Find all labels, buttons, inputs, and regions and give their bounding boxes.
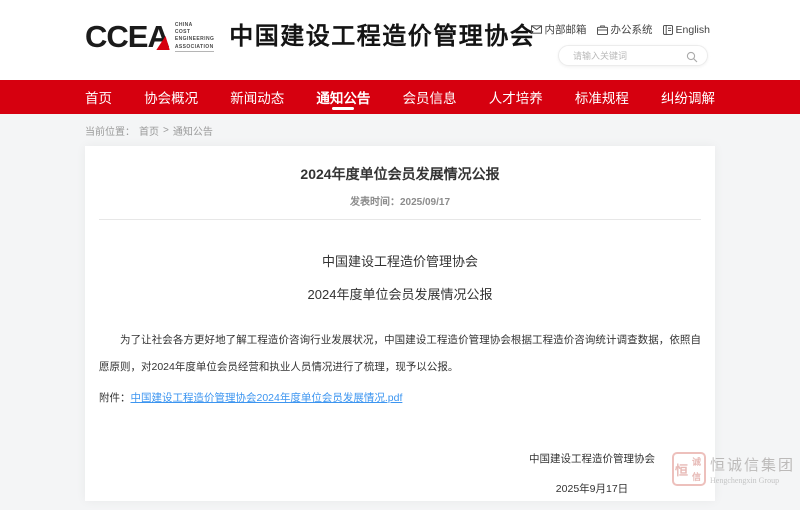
- title-divider: [99, 219, 701, 220]
- signature-block: 中国建设工程造价管理协会 2025年9月17日: [99, 451, 701, 496]
- quick-link-label: 办公系统: [611, 22, 653, 37]
- attachment-row: 附件：中国建设工程造价管理协会2024年度单位会员发展情况.pdf: [99, 390, 701, 405]
- main-nav: 首页 协会概况 新闻动态 通知公告 会员信息 人才培养 标准规程 纠纷调解: [0, 80, 800, 114]
- search-box: [558, 45, 708, 66]
- quick-links: 内部邮箱 办公系统 English: [558, 22, 710, 37]
- search-icon[interactable]: [686, 50, 698, 68]
- article-publish-date: 发表时间：2025/09/17: [99, 193, 701, 208]
- attachment-pdf-link[interactable]: 中国建设工程造价管理协会2024年度单位会员发展情况.pdf: [131, 392, 403, 404]
- link-english[interactable]: English: [663, 24, 710, 36]
- document-title-heading: 2024年度单位会员发展情况公报: [99, 284, 701, 303]
- site-title: 中国建设工程造价管理协会: [229, 20, 535, 54]
- site-logo[interactable]: CCEA CHINA COST ENGINEERING ASSOCIATION …: [85, 20, 535, 54]
- site-header: CCEA CHINA COST ENGINEERING ASSOCIATION …: [0, 0, 800, 80]
- search-input[interactable]: [571, 47, 683, 66]
- quick-link-label: English: [676, 24, 710, 36]
- article-body-paragraph: 为了让社会各方更好地了解工程造价咨询行业发展状况，中国建设工程造价管理协会根据工…: [99, 327, 701, 381]
- signature-org: 中国建设工程造价管理协会: [529, 451, 655, 466]
- article-title: 2024年度单位会员发展情况公报: [99, 146, 701, 184]
- attachment-label: 附件：: [99, 392, 131, 404]
- language-icon: [663, 25, 673, 35]
- mail-icon: [531, 25, 542, 34]
- watermark-en-text: Hengchengxin Group: [710, 476, 795, 485]
- article-card: 2024年度单位会员发展情况公报 发表时间：2025/09/17 中国建设工程造…: [85, 146, 715, 501]
- nav-item-notices[interactable]: 通知公告: [316, 80, 370, 114]
- link-internal-mailbox[interactable]: 内部邮箱: [531, 22, 587, 37]
- breadcrumb-home-link[interactable]: 首页: [139, 123, 159, 138]
- logo-acronym: CCEA: [85, 21, 169, 52]
- nav-item-news[interactable]: 新闻动态: [230, 80, 284, 114]
- office-icon: [597, 25, 608, 35]
- nav-item-about[interactable]: 协会概况: [144, 80, 198, 114]
- nav-item-members[interactable]: 会员信息: [403, 80, 457, 114]
- breadcrumb-current[interactable]: 通知公告: [173, 123, 213, 138]
- logo-subtext: CHINA COST ENGINEERING ASSOCIATION: [175, 22, 214, 52]
- nav-item-home[interactable]: 首页: [85, 80, 112, 114]
- document-org-heading: 中国建设工程造价管理协会: [99, 251, 701, 270]
- signature-date: 2025年9月17日: [529, 481, 655, 496]
- breadcrumb-label: 当前位置：: [85, 123, 135, 138]
- watermark-cn-text: 恒诚信集团: [710, 454, 795, 475]
- header-utilities: 内部邮箱 办公系统 English: [558, 22, 710, 66]
- nav-item-mediation[interactable]: 纠纷调解: [661, 80, 715, 114]
- nav-item-standards[interactable]: 标准规程: [575, 80, 629, 114]
- nav-item-training[interactable]: 人才培养: [489, 80, 543, 114]
- breadcrumb: 当前位置： 首页 > 通知公告: [85, 114, 715, 146]
- quick-link-label: 内部邮箱: [545, 22, 587, 37]
- link-office-system[interactable]: 办公系统: [597, 22, 653, 37]
- breadcrumb-separator: >: [163, 125, 169, 136]
